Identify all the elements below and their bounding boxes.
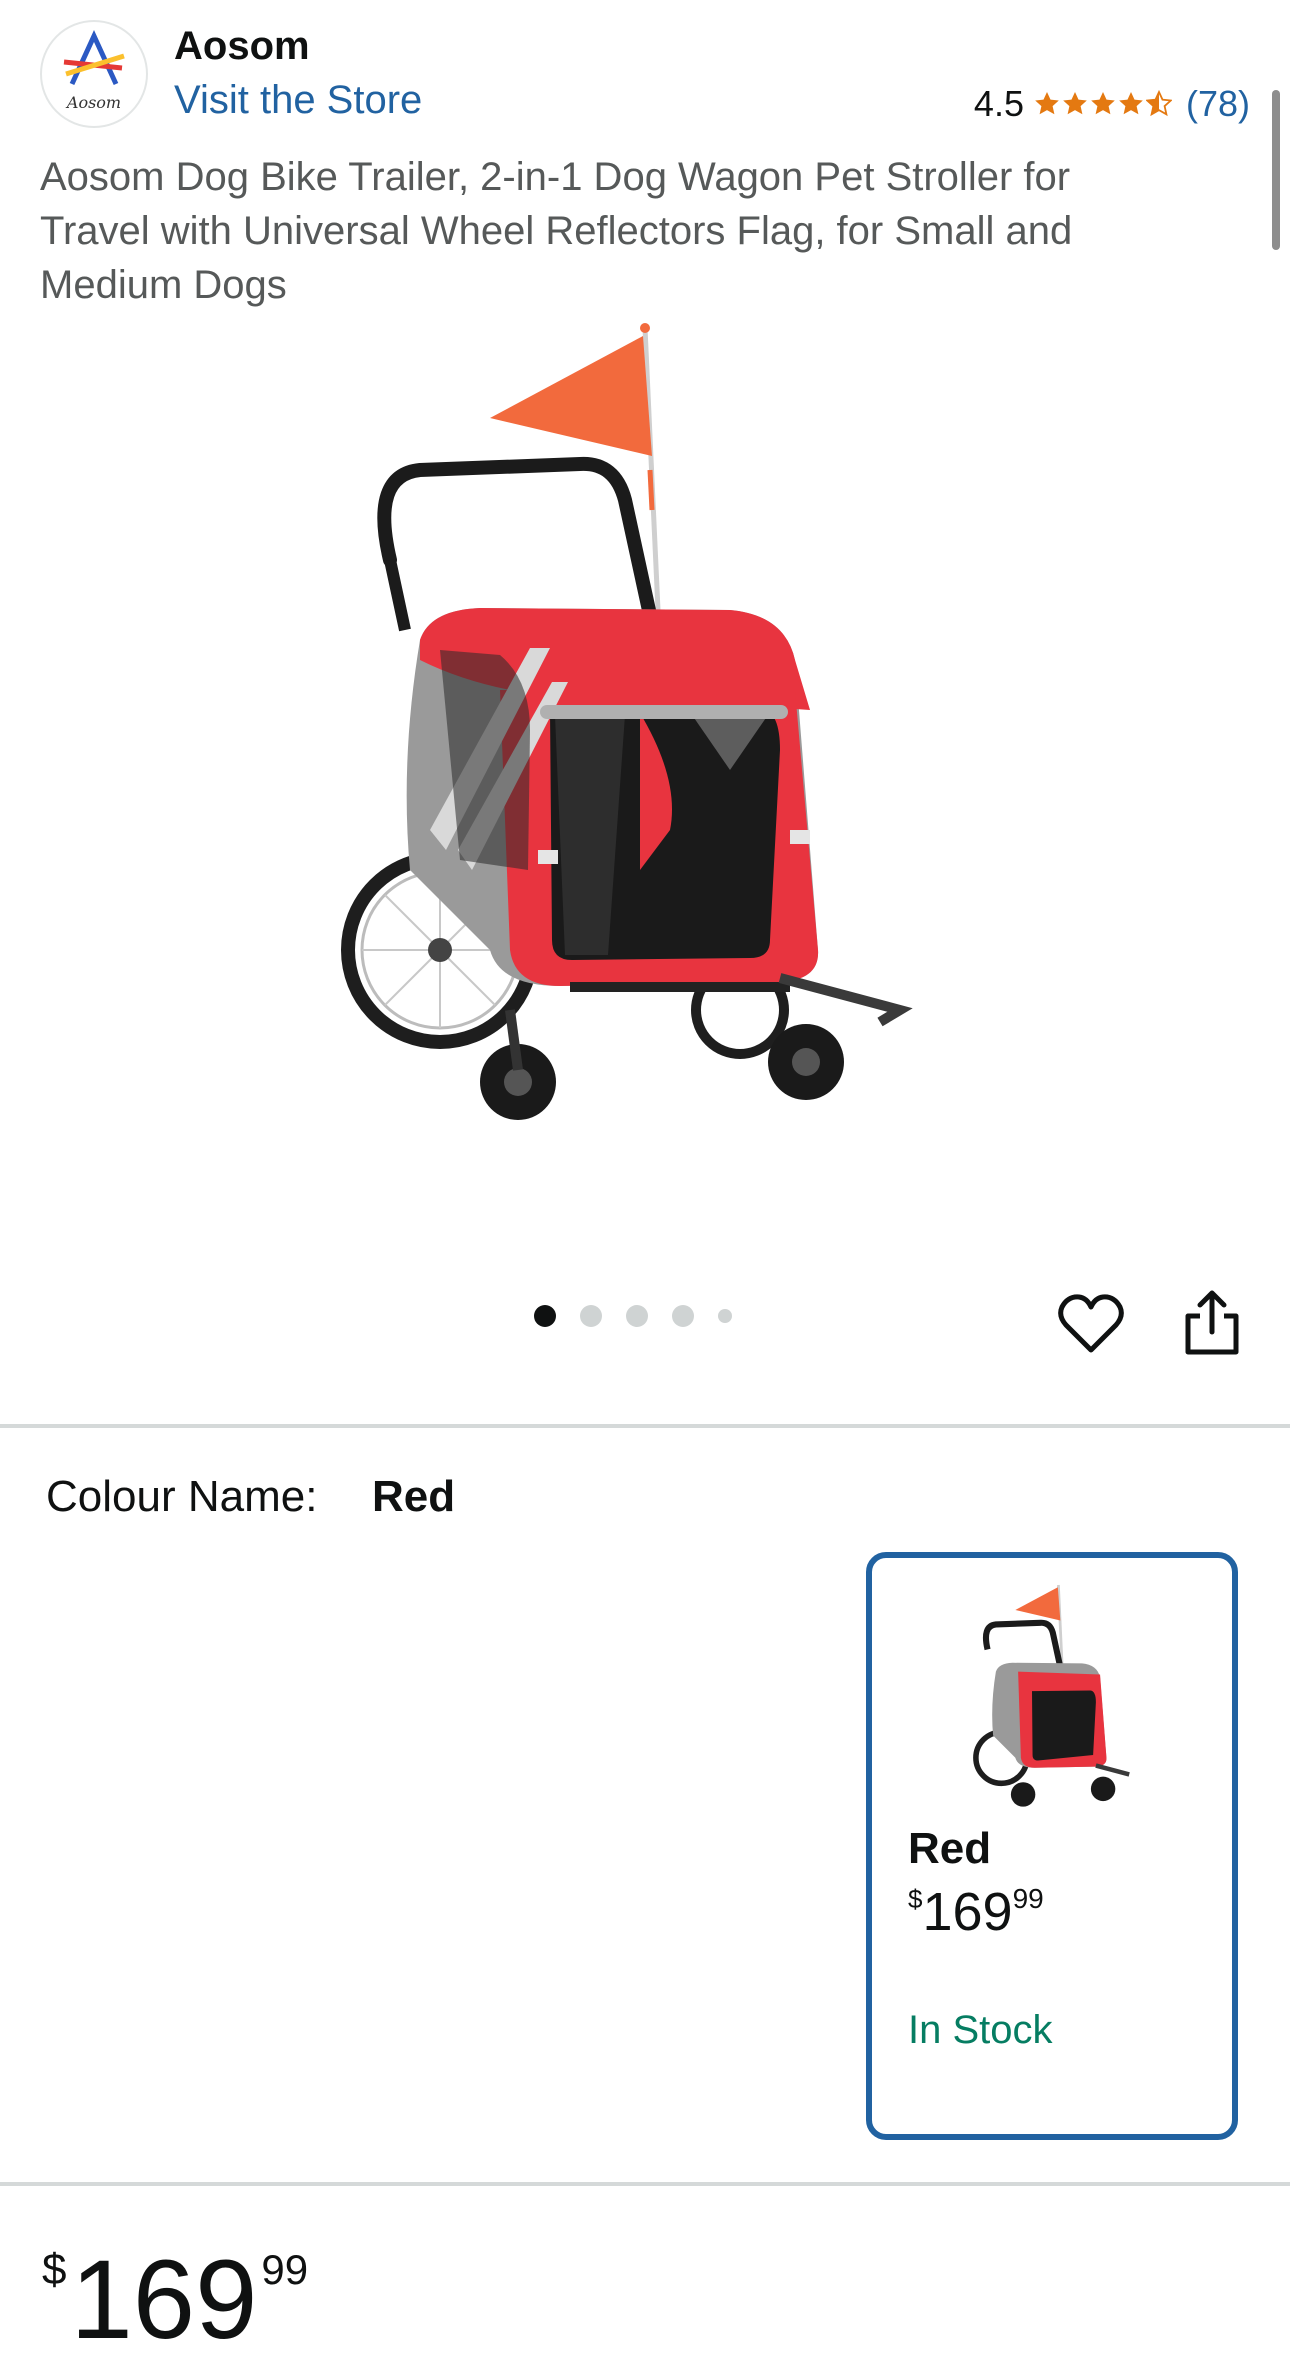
share-button[interactable] <box>1180 1288 1244 1358</box>
scroll-indicator <box>1272 90 1280 250</box>
dog-bike-trailer-thumbnail-icon <box>973 1584 1130 1807</box>
price-fraction: 99 <box>261 2246 309 2293</box>
carousel-dot[interactable] <box>626 1305 648 1327</box>
swatch-thumbnail <box>972 1580 1142 1830</box>
dog-bike-trailer-image <box>341 323 913 1120</box>
star-rating <box>1034 84 1172 124</box>
star-full-icon <box>1063 92 1087 115</box>
swatch-price-whole: 169 <box>922 1882 1013 1942</box>
visit-store-link[interactable]: Visit the Store <box>174 78 422 123</box>
product-title: Aosom Dog Bike Trailer, 2-in-1 Dog Wagon… <box>40 155 1073 307</box>
swatch-price: $ 169 99 <box>908 1882 1044 1942</box>
price-currency: $ <box>42 2245 67 2294</box>
heart-icon <box>1058 1294 1124 1353</box>
rating-value: 4.5 <box>973 83 1024 124</box>
section-divider <box>0 1424 1290 1428</box>
share-icon <box>1185 1290 1239 1355</box>
colour-swatch-red[interactable]: Red $ 169 99 In Stock <box>866 1552 1238 2140</box>
carousel-dot[interactable] <box>672 1305 694 1327</box>
section-divider <box>0 2182 1290 2186</box>
image-carousel-dots[interactable] <box>534 1305 732 1327</box>
rating-summary[interactable]: 4.5 (78) <box>974 80 1250 128</box>
brand-logo[interactable]: Aosom <box>40 20 148 128</box>
main-price: $ 169 99 <box>42 2240 308 2360</box>
swatch-colour-name: Red <box>908 1824 992 1873</box>
carousel-dot[interactable] <box>718 1309 732 1323</box>
swatch-price-fraction: 99 <box>1012 1883 1044 1914</box>
swatch-price-currency: $ <box>908 1884 923 1914</box>
star-full-icon <box>1091 92 1115 115</box>
wishlist-button[interactable] <box>1056 1290 1126 1360</box>
price-whole: 169 <box>70 2237 258 2362</box>
carousel-dot[interactable] <box>534 1305 556 1327</box>
aosom-logo-icon: Aosom <box>63 29 125 112</box>
star-full-icon <box>1035 92 1059 115</box>
star-full-icon <box>1119 92 1143 115</box>
selected-colour-value: Red <box>372 1472 456 1521</box>
rating-count[interactable]: (78) <box>1186 83 1250 125</box>
brand-name: Aosom <box>174 24 310 68</box>
product-image[interactable] <box>340 310 940 1210</box>
colour-name-label: Colour Name: <box>46 1472 318 1521</box>
swatch-availability: In Stock <box>908 2008 1053 2052</box>
star-half-icon <box>1145 89 1172 117</box>
svg-text:Aosom: Aosom <box>65 93 121 112</box>
carousel-dot[interactable] <box>580 1305 602 1327</box>
